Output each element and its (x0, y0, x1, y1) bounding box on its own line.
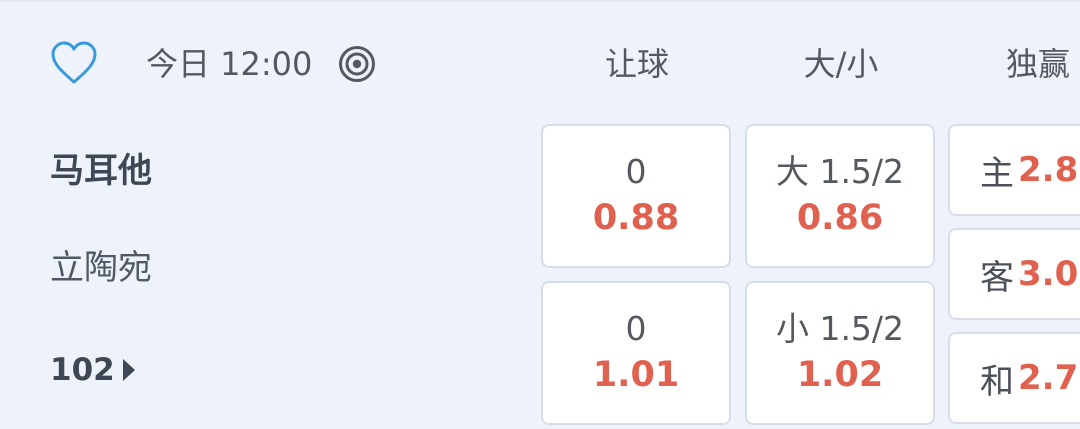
handicap-line: 0 (625, 309, 647, 348)
moneyline-away-cell[interactable]: 客 3.0 (948, 228, 1080, 320)
more-markets-button[interactable]: 102 (50, 348, 135, 392)
under-line: 小 1.5/2 (775, 309, 905, 348)
match-row: 今日 12:00 让球 大/小 独赢 马耳他 立陶宛 102 0 0.88 0 … (0, 0, 1080, 429)
moneyline-odds: 2.8 (1018, 150, 1079, 190)
under-cell[interactable]: 小 1.5/2 1.02 (745, 281, 935, 425)
more-markets-count: 102 (50, 352, 115, 388)
moneyline-home-cell[interactable]: 主 2.8 (948, 124, 1080, 216)
match-time: 今日 12:00 (146, 45, 313, 83)
handicap-home-cell[interactable]: 0 0.88 (541, 124, 731, 268)
moneyline-odds: 3.0 (1018, 254, 1079, 294)
over-odds: 0.86 (796, 198, 884, 238)
live-target-icon[interactable] (338, 45, 376, 83)
handicap-away-cell[interactable]: 0 1.01 (541, 281, 731, 425)
handicap-line: 0 (625, 152, 647, 191)
away-team-name: 立陶宛 (50, 248, 152, 288)
column-header-handicap: 让球 (604, 45, 669, 83)
handicap-odds: 1.01 (592, 355, 680, 395)
over-line: 大 1.5/2 (775, 152, 905, 191)
home-team-name: 马耳他 (50, 151, 152, 191)
caret-right-icon (122, 359, 135, 381)
under-odds: 1.02 (796, 355, 884, 395)
column-header-over-under: 大/小 (803, 45, 879, 83)
moneyline-label: 主 (980, 153, 1014, 194)
moneyline-draw-cell[interactable]: 和 2.7 (948, 332, 1080, 424)
moneyline-label: 客 (980, 257, 1014, 298)
moneyline-odds: 2.7 (1018, 358, 1079, 398)
over-cell[interactable]: 大 1.5/2 0.86 (745, 124, 935, 268)
favorite-heart-icon[interactable] (50, 40, 98, 86)
moneyline-label: 和 (980, 361, 1014, 402)
column-header-moneyline: 独赢 (1006, 45, 1071, 83)
handicap-odds: 0.88 (592, 198, 680, 238)
